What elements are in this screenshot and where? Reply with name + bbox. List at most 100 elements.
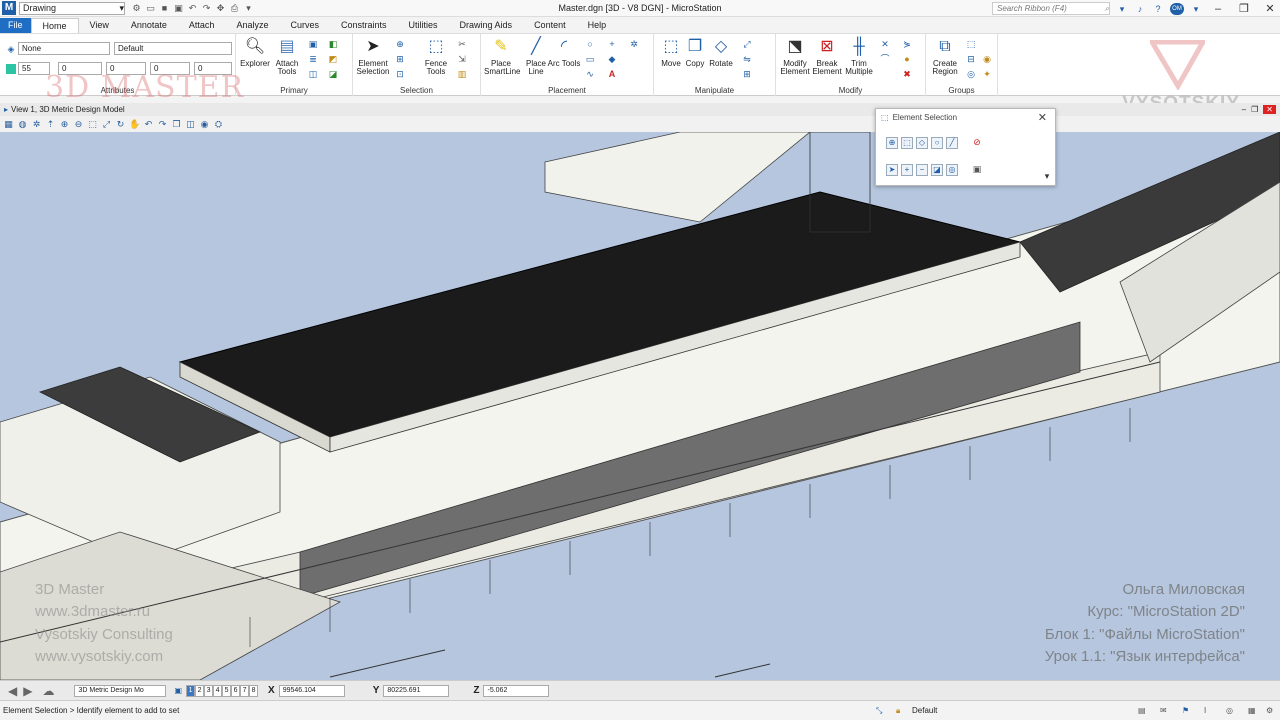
fillet-icon[interactable]: ⌒ bbox=[880, 54, 890, 64]
save-settings-icon[interactable]: ▣ bbox=[173, 3, 184, 14]
tab-constraints[interactable]: Constraints bbox=[330, 18, 398, 33]
close-button[interactable]: ✕ bbox=[1260, 2, 1280, 15]
level-manager-icon[interactable]: ◩ bbox=[328, 54, 338, 64]
view-settings-icon[interactable]: ✲ bbox=[31, 119, 42, 130]
rotate-button[interactable]: ◇ Rotate bbox=[704, 36, 738, 68]
trim-multiple-button[interactable]: ╫ Trim Multiple bbox=[842, 36, 876, 76]
text-style-combo[interactable]: Default bbox=[114, 42, 232, 55]
point-icon[interactable]: + bbox=[607, 39, 617, 49]
tab-help[interactable]: Help bbox=[577, 18, 618, 33]
save-icon[interactable]: ■ bbox=[159, 3, 170, 14]
window-area-icon[interactable]: ⬚ bbox=[87, 119, 98, 130]
walk-icon[interactable]: ⛭ bbox=[213, 119, 224, 130]
view-8-button[interactable]: 8 bbox=[249, 684, 259, 697]
block-method-icon[interactable]: ⬚ bbox=[901, 137, 913, 149]
references-icon[interactable]: ◫ bbox=[308, 69, 318, 79]
search-ribbon-input[interactable]: Search Ribbon (F4) ⌕ bbox=[992, 2, 1110, 15]
settings-icon[interactable]: ⚙ bbox=[1266, 706, 1273, 715]
line-method-icon[interactable]: ╱ bbox=[946, 137, 958, 149]
explorer-button[interactable]: 🔍︎ Explorer bbox=[238, 36, 272, 68]
view-4-button[interactable]: 4 bbox=[213, 684, 223, 697]
tab-attach[interactable]: Attach bbox=[178, 18, 226, 33]
zoom-out-icon[interactable]: ⊖ bbox=[73, 119, 84, 130]
accudraw-icon[interactable]: ⤡ bbox=[876, 706, 882, 716]
forward-icon[interactable]: ▶ bbox=[23, 684, 32, 698]
rectangle-icon[interactable]: ▭ bbox=[585, 54, 595, 64]
element-selection-header[interactable]: ⬚ Element Selection ✕ bbox=[876, 109, 1055, 125]
fit-view-icon[interactable]: ⤢ bbox=[101, 119, 112, 130]
view-next-icon[interactable]: ↷ bbox=[157, 119, 168, 130]
z-coordinate-field[interactable]: -5.062 bbox=[483, 684, 550, 697]
view-groups-icon[interactable]: ▣ bbox=[174, 686, 182, 695]
modify-element-button[interactable]: ⬔ Modify Element bbox=[778, 36, 812, 76]
tab-analyze[interactable]: Analyze bbox=[225, 18, 279, 33]
view-previous-icon[interactable]: ↶ bbox=[143, 119, 154, 130]
select-all-icon[interactable]: ▣ bbox=[972, 164, 982, 174]
array-icon[interactable]: ⊞ bbox=[742, 69, 752, 79]
tab-content[interactable]: Content bbox=[523, 18, 577, 33]
help-icon[interactable]: ? bbox=[1152, 3, 1164, 15]
arc-tools-button[interactable]: ◜ Arc Tools bbox=[547, 36, 581, 68]
text-cursor-icon[interactable]: I bbox=[1204, 706, 1206, 715]
design-history-icon[interactable]: ⚑ bbox=[1182, 706, 1189, 715]
lock-icon[interactable]: ◉ bbox=[982, 54, 992, 64]
view-attributes-icon[interactable]: ▦ bbox=[3, 119, 14, 130]
lock-icon[interactable]: 🔒︎ bbox=[896, 706, 900, 716]
message-icon[interactable]: ✉ bbox=[1160, 706, 1167, 715]
snap-icon[interactable]: ◎ bbox=[1226, 706, 1233, 715]
fence-clear-icon[interactable]: ✂ bbox=[457, 39, 467, 49]
curve-icon[interactable]: ∿ bbox=[585, 69, 595, 79]
notification-icon[interactable]: ♪ bbox=[1134, 3, 1146, 15]
maximize-button[interactable]: ❐ bbox=[1234, 2, 1254, 15]
pan-view-icon[interactable]: ✋ bbox=[129, 119, 140, 130]
level-display-icon[interactable]: ◧ bbox=[328, 39, 338, 49]
group-selection-icon[interactable]: ⊡ bbox=[395, 69, 405, 79]
mirror-icon[interactable]: ⇋ bbox=[742, 54, 752, 64]
change-attributes-icon[interactable]: ● bbox=[902, 54, 912, 64]
view-1-button[interactable]: 1 bbox=[186, 684, 196, 697]
cell-icon[interactable]: ◆ bbox=[607, 54, 617, 64]
attach-tools-button[interactable]: ▤ Attach Tools bbox=[270, 36, 304, 76]
tab-view[interactable]: View bbox=[79, 18, 120, 33]
tab-home[interactable]: Home bbox=[30, 18, 79, 33]
clear-mode-icon[interactable]: ◎ bbox=[946, 164, 958, 176]
update-view-icon[interactable]: ⇡ bbox=[45, 119, 56, 130]
view-6-button[interactable]: 6 bbox=[231, 684, 241, 697]
pin-icon[interactable]: ✥ bbox=[215, 3, 226, 14]
individual-method-icon[interactable]: ⊕ bbox=[886, 137, 898, 149]
add-mode-icon[interactable]: + bbox=[901, 164, 913, 176]
delete-icon[interactable]: ✖ bbox=[902, 69, 912, 79]
camera-icon[interactable]: ◉ bbox=[199, 119, 210, 130]
tab-curves[interactable]: Curves bbox=[279, 18, 330, 33]
save-status-icon[interactable]: ▤ bbox=[1138, 706, 1146, 715]
ungroup-icon[interactable]: ⊟ bbox=[966, 54, 976, 64]
active-level-status[interactable]: Default bbox=[912, 706, 937, 715]
view-minimize-button[interactable]: – bbox=[1242, 105, 1246, 114]
element-selection-button[interactable]: ➤ Element Selection bbox=[356, 36, 390, 76]
zoom-in-icon[interactable]: ⊕ bbox=[59, 119, 70, 130]
view-3-button[interactable]: 3 bbox=[204, 684, 214, 697]
scale-icon[interactable]: ⤢ bbox=[742, 39, 752, 49]
circle-method-icon[interactable]: ○ bbox=[931, 137, 943, 149]
undo-icon[interactable]: ↶ bbox=[187, 3, 198, 14]
chevron-down-icon[interactable]: ▾ bbox=[1190, 3, 1202, 15]
create-region-button[interactable]: ⧉ Create Region bbox=[928, 36, 962, 76]
tab-drawing-aids[interactable]: Drawing Aids bbox=[449, 18, 524, 33]
display-style-icon[interactable]: ◍ bbox=[17, 119, 28, 130]
extend-icon[interactable]: ✕ bbox=[880, 39, 890, 49]
layout-icon[interactable]: ▦ bbox=[1248, 706, 1256, 715]
chevron-down-icon[interactable]: ▾ bbox=[1116, 3, 1128, 15]
print-icon[interactable]: ⎙ bbox=[229, 3, 240, 14]
select-all-icon[interactable]: ⊕ bbox=[395, 39, 405, 49]
shape-method-icon[interactable]: ◇ bbox=[916, 137, 928, 149]
workflow-dropdown[interactable]: Drawing ▾ bbox=[19, 1, 125, 15]
subtract-mode-icon[interactable]: − bbox=[916, 164, 928, 176]
view-1-viewport[interactable]: Ольга Миловская Курс: "MicroStation 2D" … bbox=[0, 132, 1280, 680]
model-selector[interactable]: 3D Metric Design Mo bbox=[74, 684, 167, 697]
fence-delete-icon[interactable]: ▥ bbox=[457, 69, 467, 79]
light-icon[interactable]: ✦ bbox=[982, 69, 992, 79]
view-restore-button[interactable]: ❐ bbox=[1251, 105, 1258, 114]
open-folder-icon[interactable]: ▭ bbox=[145, 3, 156, 14]
models-icon[interactable]: ▣ bbox=[308, 39, 318, 49]
invert-mode-icon[interactable]: ◪ bbox=[931, 164, 943, 176]
